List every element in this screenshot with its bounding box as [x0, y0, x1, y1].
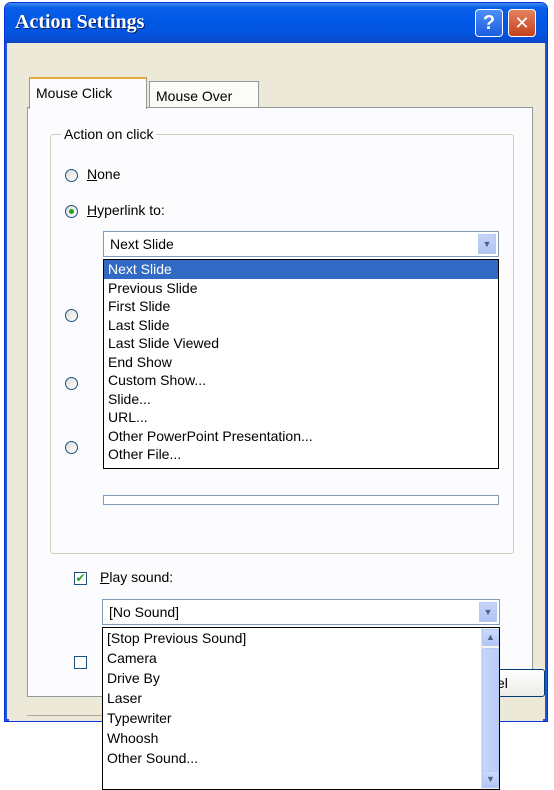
radio-object-action[interactable]: [65, 441, 78, 454]
tab-mouse-over[interactable]: Mouse Over: [149, 81, 259, 109]
sound-option[interactable]: Whoosh: [103, 728, 499, 748]
hyperlink-select[interactable]: Next Slide ▼: [103, 231, 499, 257]
sound-option[interactable]: Typewriter: [103, 708, 499, 728]
window-title: Action Settings: [15, 11, 145, 33]
dialog-client-area: Mouse Click Mouse Over Action on click N…: [9, 43, 545, 790]
sound-option[interactable]: Drive By: [103, 668, 499, 688]
hyperlink-option[interactable]: Other File...: [104, 445, 498, 464]
sound-select-value: [No Sound]: [109, 604, 180, 620]
radio-run-macro[interactable]: [65, 377, 78, 390]
hyperlink-option[interactable]: Next Slide: [104, 260, 498, 279]
mouse-click-panel: Action on click None Hyperlink to: Next …: [27, 107, 533, 790]
sound-option[interactable]: [Stop Previous Sound]: [103, 628, 499, 648]
action-on-click-group: Action on click None Hyperlink to: Next …: [50, 126, 514, 554]
sound-list-scrollbar[interactable]: ▲ ▼: [481, 628, 499, 789]
sound-dropdown-list: [Stop Previous Sound] Camera Drive By Laser…: [102, 627, 500, 790]
hyperlink-option[interactable]: Other PowerPoint Presentation...: [104, 427, 498, 446]
radio-run-program[interactable]: [65, 309, 78, 322]
tab-mouse-click[interactable]: Mouse Click: [29, 77, 147, 109]
close-button[interactable]: ✕: [508, 9, 536, 37]
hyperlink-option[interactable]: Previous Slide: [104, 279, 498, 298]
radio-hyperlink-label[interactable]: Hyperlink to:: [87, 202, 165, 218]
divider: [27, 715, 107, 716]
title-bar: Action Settings ? ✕: [5, 3, 547, 43]
sound-option[interactable]: Camera: [103, 648, 499, 668]
group-legend: Action on click: [61, 126, 157, 142]
hyperlink-option[interactable]: End Show: [104, 353, 498, 372]
tab-label: Mouse Click: [36, 85, 113, 101]
hyperlink-select-value: Next Slide: [110, 236, 174, 252]
scroll-down-icon[interactable]: ▼: [482, 771, 499, 788]
scroll-up-icon[interactable]: ▲: [482, 629, 499, 646]
sound-option[interactable]: Laser: [103, 688, 499, 708]
hyperlink-option[interactable]: Last Slide Viewed: [104, 334, 498, 353]
radio-none[interactable]: [65, 169, 78, 182]
object-action-select[interactable]: [103, 495, 499, 505]
hyperlink-option[interactable]: URL...: [104, 408, 498, 427]
close-icon: ✕: [514, 12, 530, 33]
highlight-checkbox[interactable]: [74, 656, 87, 669]
hyperlink-dropdown-list: Next Slide Previous Slide First Slide Last …: [103, 259, 499, 469]
hyperlink-option[interactable]: Last Slide: [104, 316, 498, 335]
sound-select[interactable]: [No Sound] ▼: [102, 599, 500, 625]
hyperlink-option[interactable]: Custom Show...: [104, 371, 498, 390]
play-sound-label[interactable]: Play sound:: [100, 569, 173, 585]
hyperlink-option[interactable]: Slide...: [104, 390, 498, 409]
radio-none-label[interactable]: None: [87, 166, 120, 182]
play-sound-checkbox[interactable]: ✔: [74, 572, 87, 585]
action-settings-dialog: Action Settings ? ✕ Mouse Click Mouse Ov…: [4, 2, 548, 790]
sound-option[interactable]: Other Sound...: [103, 748, 499, 768]
chevron-down-icon[interactable]: ▼: [479, 602, 497, 622]
chevron-down-icon[interactable]: ▼: [478, 234, 496, 254]
hyperlink-option[interactable]: First Slide: [104, 297, 498, 316]
help-icon: ?: [482, 11, 496, 34]
tab-label: Mouse Over: [156, 88, 233, 104]
help-button[interactable]: ?: [475, 9, 503, 37]
radio-hyperlink[interactable]: [65, 205, 78, 218]
scrollbar-thumb[interactable]: [482, 648, 499, 784]
